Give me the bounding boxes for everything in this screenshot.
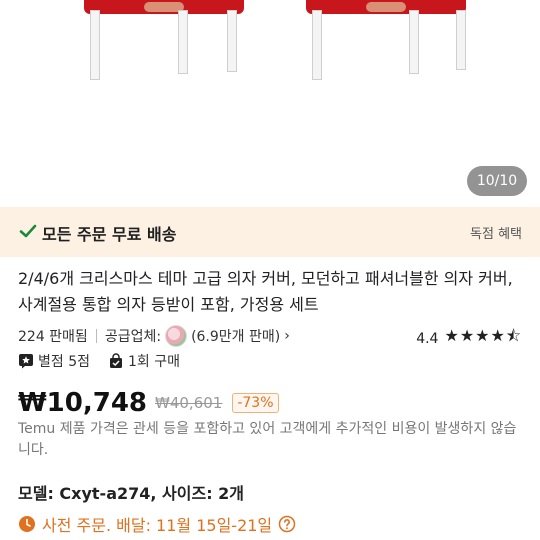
stats-row: 별점 5점 1회 구매 xyxy=(18,351,180,371)
delivery-text: 사전 주문. 배달: 11월 15일-21일 xyxy=(42,516,273,535)
supplier-avatar[interactable] xyxy=(165,325,188,347)
price-note: Temu 제품 가격은 관세 등을 포함하고 있어 고객에게 추가적인 비용이 … xyxy=(18,421,517,458)
price-row: ₩10,748 ₩40,601 -73% xyxy=(18,388,279,418)
chair-image-right xyxy=(306,0,466,84)
image-counter-badge: 10/10 xyxy=(467,166,527,196)
free-shipping-banner[interactable]: 모든 주문 무료 배송 독점 혜택 xyxy=(0,207,540,257)
product-image-gallery[interactable]: 10/10 xyxy=(0,0,540,207)
help-icon[interactable] xyxy=(278,515,296,533)
rating-summary[interactable]: 4.4 ★★★★⯪ xyxy=(416,325,522,352)
preorder-delivery[interactable]: 사전 주문. 배달: 11월 15일-21일 xyxy=(18,512,296,536)
divider xyxy=(95,329,97,343)
exclusive-benefit-link[interactable]: 독점 혜택 xyxy=(470,223,522,242)
supplier-sales[interactable]: (6.9만개 판매) xyxy=(191,326,280,346)
chair-image-left xyxy=(84,0,244,84)
shipping-title: 모든 주문 무료 배송 xyxy=(42,225,177,244)
sales-supplier-row: 224 판매됨 공급업체: (6.9만개 판매) › xyxy=(18,325,290,347)
discount-badge: -73% xyxy=(232,393,279,413)
shopping-bag-check-icon xyxy=(110,353,122,368)
product-title: 2/4/6개 크리스마스 테마 고급 의자 커버, 모던하고 패셔너블한 의자 … xyxy=(18,269,513,314)
original-price: ₩40,601 xyxy=(155,394,223,412)
check-icon xyxy=(19,224,37,238)
variant-selector[interactable]: 모델: Cxyt-a274, 사이즈: 2개 xyxy=(18,480,244,504)
clock-icon xyxy=(19,516,35,532)
star-rating-icon: ★★★★⯪ xyxy=(444,326,522,345)
rating-value: 4.4 xyxy=(416,330,439,347)
review-label: 별점 5점 xyxy=(38,354,90,370)
supplier-label: 공급업체: xyxy=(104,329,162,345)
review-star-icon xyxy=(19,354,33,369)
chevron-right-icon[interactable]: › xyxy=(284,328,290,344)
sold-count: 224 판매됨 xyxy=(18,329,88,345)
current-price: ₩10,748 xyxy=(18,388,148,418)
repeat-purchase-label: 1회 구매 xyxy=(128,354,180,370)
